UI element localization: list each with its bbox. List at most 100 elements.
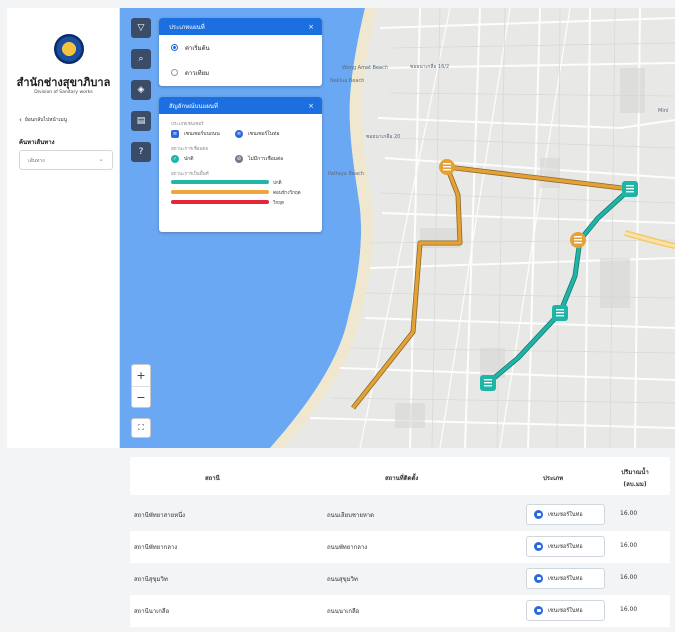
basemap-option-default[interactable]: ค่าเริ่มต้น bbox=[159, 35, 322, 60]
basemap-option-satellite[interactable]: ดาวเทียม bbox=[159, 60, 322, 85]
normal-bar bbox=[171, 180, 269, 184]
pipe-sensor-icon: ≡ bbox=[235, 130, 243, 138]
sensor-type-button[interactable]: เซนเซอร์ในท่อ bbox=[526, 568, 605, 589]
pipe-sensor-icon bbox=[534, 510, 543, 519]
volume-cell: 16.00 bbox=[620, 542, 638, 549]
column-location: สถานที่ติดตั้ง bbox=[385, 475, 419, 482]
route-select-placeholder: เส้นทาง bbox=[28, 158, 45, 164]
basemap-panel-header: ประเภทแผนที่ × bbox=[159, 18, 322, 35]
route-marker-teal-3[interactable] bbox=[480, 375, 496, 391]
sensor-type-button[interactable]: เซนเซอร์ในท่อ bbox=[526, 536, 605, 557]
route-select[interactable]: เส้นทาง ⌄ bbox=[19, 150, 113, 170]
station-table: สถานี สถานที่ติดตั้ง ประเภท ปริมาณน้ำ (ล… bbox=[120, 455, 675, 632]
map-view[interactable]: Wong Amat Beach Naklua Beach ซอยนาเกลือ … bbox=[120, 8, 675, 448]
fullscreen-icon: ⛶ bbox=[138, 423, 144, 432]
legend-label: ไม่มีการเชื่อมต่อ bbox=[248, 156, 284, 162]
table-row[interactable]: สถานีพัทยาสายหนึ่ง ถนนเลียบชายหาด เซนเซอ… bbox=[130, 499, 670, 531]
org-title: สำนักช่างสุขาภิบาล bbox=[16, 76, 111, 89]
search-icon: ⌕ bbox=[138, 54, 144, 64]
route-marker-orange-1[interactable] bbox=[439, 159, 455, 175]
organization-logo bbox=[54, 34, 84, 64]
connected-icon: ✓ bbox=[171, 155, 179, 163]
basemap-panel: ประเภทแผนที่ × ค่าเริ่มต้น ดาวเทียม bbox=[159, 18, 322, 86]
location-cell: ถนนเลียบชายหาด bbox=[327, 512, 375, 519]
location-cell: ถนนนาเกลือ bbox=[327, 608, 360, 615]
sensor-type-caption: ประเภทเซนเซอร์ bbox=[171, 122, 204, 127]
radio-selected-icon bbox=[171, 44, 178, 51]
search-button[interactable]: ⌕ bbox=[131, 49, 151, 69]
zoom-out-button[interactable]: − bbox=[132, 387, 150, 409]
close-icon[interactable]: × bbox=[308, 102, 314, 110]
table-row[interactable]: สถานีนาเกลือ ถนนนาเกลือ เซนเซอร์ในท่อ 16… bbox=[130, 595, 670, 627]
chevron-left-icon: ‹ bbox=[19, 116, 22, 124]
map-label: ซอยนาเกลือ 16/2 bbox=[410, 64, 450, 70]
chevron-down-icon: ⌄ bbox=[98, 155, 104, 163]
zoom-in-button[interactable]: + bbox=[132, 365, 150, 387]
volume-cell: 16.00 bbox=[620, 510, 638, 517]
volume-cell: 16.00 bbox=[620, 606, 638, 613]
help-button[interactable]: ? bbox=[131, 142, 151, 162]
zoom-control: + − bbox=[131, 364, 151, 408]
filter-button[interactable]: ▽ bbox=[131, 18, 151, 38]
station-cell: สถานีพัทยากลาง bbox=[134, 544, 178, 551]
legend-label: ปกติ bbox=[273, 180, 282, 186]
volume-cell: 16.00 bbox=[620, 574, 638, 581]
legend-sensor-row: ≡ เซนเซอร์บนถนน ≡ เซนเซอร์ในท่อ bbox=[159, 127, 322, 141]
sensor-type-button[interactable]: เซนเซอร์ในท่อ bbox=[526, 504, 605, 525]
sidebar: สำนักช่างสุขาภิบาล Division of Sanitary … bbox=[7, 8, 120, 448]
fullscreen-button[interactable]: ⛶ bbox=[131, 418, 151, 438]
back-link-label: ย้อนกลับไปหน้าเมนู bbox=[24, 117, 68, 123]
map-label: Wong Amat Beach bbox=[342, 65, 389, 71]
column-volume: ปริมาณน้ำ bbox=[621, 469, 649, 476]
route-marker-teal-1[interactable] bbox=[622, 181, 638, 197]
disconnected-icon: ⊘ bbox=[235, 155, 243, 163]
option-label: ค่าเริ่มต้น bbox=[185, 44, 210, 52]
station-cell: สถานีสุขุมวิท bbox=[134, 576, 168, 583]
map-label: Pattaya Beach bbox=[328, 171, 364, 177]
type-label: เซนเซอร์ในท่อ bbox=[548, 511, 583, 518]
location-cell: ถนนพัทยากลาง bbox=[327, 544, 368, 551]
route-marker-orange-2[interactable] bbox=[570, 232, 586, 248]
table-row[interactable]: สถานีพัทยากลาง ถนนพัทยากลาง เซนเซอร์ในท่… bbox=[130, 531, 670, 563]
pipe-sensor-icon bbox=[534, 574, 543, 583]
help-icon: ? bbox=[138, 147, 144, 157]
legend-label: เซนเซอร์บนถนน bbox=[184, 131, 220, 137]
org-subtitle: Division of Sanitary works bbox=[34, 90, 93, 95]
legend-area-warning: ค่อนข้างวิกฤต bbox=[159, 187, 322, 197]
table-header: สถานี สถานที่ติดตั้ง ประเภท ปริมาณน้ำ (ล… bbox=[130, 457, 670, 495]
legend-button[interactable]: ▤ bbox=[131, 111, 151, 131]
area-status-caption: สถานะการเป็นพื้นที่ bbox=[171, 172, 209, 177]
station-cell: สถานีพัทยาสายหนึ่ง bbox=[134, 512, 186, 519]
connection-caption: สถานะการเชื่อมต่อ bbox=[171, 147, 209, 152]
column-type: ประเภท bbox=[543, 475, 564, 482]
legend-label: ค่อนข้างวิกฤต bbox=[273, 190, 301, 196]
route-search-label: ค้นหาเส้นทาง bbox=[19, 139, 55, 146]
list-icon: ▤ bbox=[136, 116, 146, 126]
legend-label: วิกฤต bbox=[273, 200, 284, 206]
type-label: เซนเซอร์ในท่อ bbox=[548, 607, 583, 614]
map-label: Mini bbox=[658, 108, 669, 114]
critical-bar bbox=[171, 200, 269, 204]
sensor-type-button[interactable]: เซนเซอร์ในท่อ bbox=[526, 600, 605, 621]
filter-icon: ▽ bbox=[137, 23, 145, 33]
legend-label: ปกติ bbox=[184, 156, 194, 162]
station-cell: สถานีนาเกลือ bbox=[134, 608, 170, 615]
map-label: ซอยนาเกลือ 20 bbox=[366, 134, 401, 140]
warning-bar bbox=[171, 190, 269, 194]
legend-area-critical: วิกฤต bbox=[159, 197, 322, 207]
location-cell: ถนนสุขุมวิท bbox=[327, 576, 358, 583]
radio-icon bbox=[171, 69, 178, 76]
column-volume-unit: (ลบ.มม) bbox=[623, 481, 647, 488]
back-to-menu-link[interactable]: ‹ ย้อนกลับไปหน้าเมนู bbox=[19, 116, 67, 124]
map-label: Naklua Beach bbox=[330, 78, 365, 84]
legend-panel: สัญลักษณ์บนแผนที่ × ประเภทเซนเซอร์ ≡ เซนเ… bbox=[159, 97, 322, 232]
close-icon[interactable]: × bbox=[308, 23, 314, 31]
option-label: ดาวเทียม bbox=[185, 69, 210, 77]
route-marker-teal-2[interactable] bbox=[552, 305, 568, 321]
type-label: เซนเซอร์ในท่อ bbox=[548, 575, 583, 582]
legend-area-normal: ปกติ bbox=[159, 177, 322, 187]
layers-button[interactable]: ◈ bbox=[131, 80, 151, 100]
type-label: เซนเซอร์ในท่อ bbox=[548, 543, 583, 550]
pipe-sensor-icon bbox=[534, 542, 543, 551]
table-row[interactable]: สถานีสุขุมวิท ถนนสุขุมวิท เซนเซอร์ในท่อ … bbox=[130, 563, 670, 595]
